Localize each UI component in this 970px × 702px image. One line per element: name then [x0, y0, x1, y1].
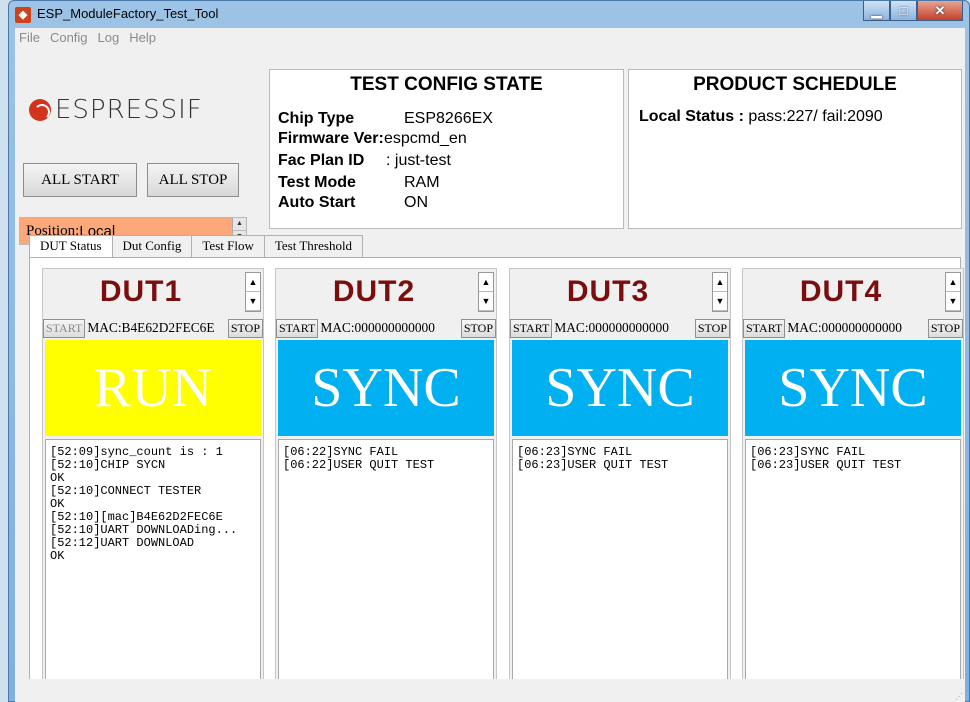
- menu-config[interactable]: Config: [50, 30, 88, 45]
- dut-card-3: DUT3 ▲ ▼ START MAC:000000000000 STOP SYN…: [509, 268, 731, 699]
- dut-stop-button[interactable]: STOP: [460, 318, 496, 338]
- dut-start-button[interactable]: START: [743, 318, 786, 338]
- tab-test-flow[interactable]: Test Flow: [191, 235, 265, 257]
- tab-dut-config[interactable]: Dut Config: [111, 235, 193, 257]
- dut-status-indicator: SYNC: [278, 340, 494, 436]
- config-key: Chip Type: [278, 110, 355, 127]
- tab-bar: DUT Status Dut Config Test Flow Test Thr…: [29, 235, 364, 258]
- close-icon[interactable]: ✕: [917, 1, 963, 21]
- all-stop-button[interactable]: ALL STOP: [147, 163, 239, 197]
- spin-up-icon[interactable]: ▲: [479, 273, 493, 292]
- spin-down-icon[interactable]: ▼: [246, 292, 260, 311]
- app-icon: ◆: [15, 7, 31, 23]
- espressif-logo: ESPRESSIF: [29, 95, 203, 125]
- dut-title: DUT2: [332, 275, 416, 308]
- spin-up-icon[interactable]: ▲: [246, 273, 260, 292]
- maximize-icon[interactable]: □: [890, 1, 917, 21]
- window-title: ESP_ModuleFactory_Test_Tool: [37, 6, 219, 21]
- config-value: ON: [404, 194, 428, 211]
- dut-mac: MAC:B4E62D2FEC6E: [87, 320, 215, 335]
- test-config-title: TEST CONFIG STATE: [350, 74, 543, 95]
- menu-help[interactable]: Help: [129, 30, 156, 45]
- test-config-panel: TEST CONFIG STATE Chip Type ESP8266EX Fi…: [269, 69, 624, 229]
- config-key: Fac Plan ID: [278, 152, 365, 169]
- spin-up-icon[interactable]: ▲: [946, 273, 960, 292]
- resize-grip-icon[interactable]: ⋰: [955, 692, 963, 701]
- dut-log[interactable]: [06:23]SYNC FAIL [06:23]USER QUIT TEST: [512, 439, 728, 699]
- dut-status-indicator: SYNC: [512, 340, 728, 436]
- config-row-test-mode: Test Mode RAM: [278, 174, 440, 192]
- dut-status-indicator: RUN: [45, 340, 261, 436]
- config-key: Auto Start: [278, 194, 356, 211]
- dut-log[interactable]: [06:23]SYNC FAIL [06:23]USER QUIT TEST: [745, 439, 961, 699]
- dut-card-2: DUT2 ▲ ▼ START MAC:000000000000 STOP SYN…: [275, 268, 497, 699]
- dut-mac: MAC:000000000000: [787, 320, 902, 335]
- local-status: Local Status : pass:227/ fail:2090: [639, 108, 883, 126]
- local-status-label: Local Status :: [639, 108, 744, 125]
- status-bar: ⋰: [15, 679, 965, 702]
- local-status-value: pass:227/ fail:2090: [748, 108, 883, 125]
- logo-text: ESPRESSIF: [55, 95, 203, 125]
- spin-up-icon[interactable]: ▲: [713, 273, 727, 292]
- dut-card-1: DUT1 ▲ ▼ START MAC:B4E62D2FEC6E STOP RUN…: [42, 268, 264, 699]
- title-bar[interactable]: ◆ ESP_ModuleFactory_Test_Tool ▁ □ ✕: [9, 1, 969, 28]
- config-value: ESP8266EX: [404, 110, 493, 127]
- dut-stop-button[interactable]: STOP: [694, 318, 730, 338]
- config-value: RAM: [404, 174, 440, 191]
- dut-card-4: DUT4 ▲ ▼ START MAC:000000000000 STOP SYN…: [742, 268, 964, 699]
- product-schedule-title: PRODUCT SCHEDULE: [693, 74, 897, 95]
- dut-mac: MAC:000000000000: [554, 320, 669, 335]
- dut-spin-buttons[interactable]: ▲ ▼: [245, 272, 261, 312]
- app-window: ◆ ESP_ModuleFactory_Test_Tool ▁ □ ✕ File…: [8, 0, 970, 702]
- config-row-firmware: Firmware Ver: espcmd_en: [278, 130, 467, 148]
- config-row-chip-type: Chip Type ESP8266EX: [278, 110, 493, 128]
- spin-up-icon[interactable]: ▲: [233, 218, 246, 231]
- menu-file[interactable]: File: [19, 30, 40, 45]
- spin-down-icon[interactable]: ▼: [713, 292, 727, 311]
- menu-bar: File Config Log Help: [15, 28, 965, 47]
- espressif-logo-icon: [29, 99, 51, 121]
- control-panel: ESPRESSIF ALL START ALL STOP Position: L…: [19, 69, 264, 245]
- dut-start-button[interactable]: START: [276, 318, 319, 338]
- dut-status-indicator: SYNC: [745, 340, 961, 436]
- dut-log[interactable]: [52:09]sync_count is : 1 [52:10]CHIP SYC…: [45, 439, 261, 699]
- config-value: : just-test: [386, 152, 451, 169]
- dut-spin-buttons[interactable]: ▲ ▼: [945, 272, 961, 312]
- spin-down-icon[interactable]: ▼: [946, 292, 960, 311]
- minimize-icon[interactable]: ▁: [863, 1, 890, 21]
- dut-title: DUT1: [99, 275, 183, 308]
- all-start-button[interactable]: ALL START: [23, 163, 137, 197]
- dut-spin-buttons[interactable]: ▲ ▼: [478, 272, 494, 312]
- dut-start-button[interactable]: START: [43, 318, 86, 338]
- dut-spin-buttons[interactable]: ▲ ▼: [712, 272, 728, 312]
- menu-log[interactable]: Log: [98, 30, 120, 45]
- dut-mac: MAC:000000000000: [320, 320, 435, 335]
- config-row-fac-plan: Fac Plan ID : just-test: [278, 152, 451, 170]
- config-row-auto-start: Auto Start ON: [278, 194, 428, 212]
- tab-test-threshold[interactable]: Test Threshold: [263, 235, 364, 257]
- tab-dut-status[interactable]: DUT Status: [29, 235, 113, 258]
- config-key: Firmware Ver:: [278, 130, 384, 147]
- spin-down-icon[interactable]: ▼: [479, 292, 493, 311]
- dut-start-button[interactable]: START: [510, 318, 553, 338]
- dut-title: DUT3: [566, 275, 650, 308]
- dut-log[interactable]: [06:22]SYNC FAIL [06:22]USER QUIT TEST: [278, 439, 494, 699]
- dut-title: DUT4: [799, 275, 883, 308]
- product-schedule-panel: PRODUCT SCHEDULE Local Status : pass:227…: [628, 69, 962, 229]
- config-key: Test Mode: [278, 174, 356, 191]
- dut-stop-button[interactable]: STOP: [927, 318, 963, 338]
- client-area: ESPRESSIF ALL START ALL STOP Position: L…: [15, 47, 965, 702]
- dut-stop-button[interactable]: STOP: [227, 318, 263, 338]
- dut-status-panel: DUT1 ▲ ▼ START MAC:B4E62D2FEC6E STOP RUN…: [29, 257, 964, 699]
- config-value: espcmd_en: [384, 130, 467, 147]
